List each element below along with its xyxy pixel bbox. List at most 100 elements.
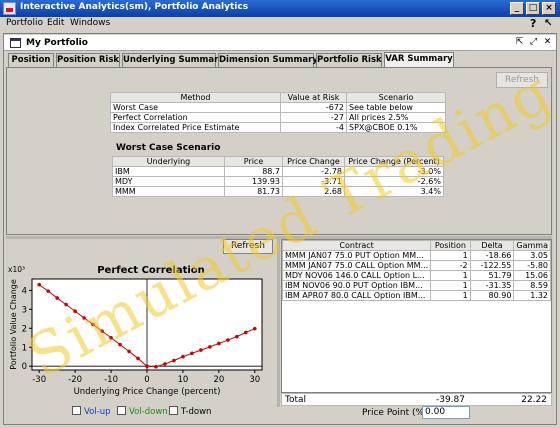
- window-icon: [10, 38, 21, 48]
- table-row[interactable]: MDY 139.93 -3.71 -2.6%: [112, 176, 444, 187]
- table-row[interactable]: Perfect Correlation -27 All prices 2.5%: [110, 112, 446, 123]
- x-tick-label: -30: [32, 375, 46, 385]
- menu-portfolio[interactable]: Portfolio: [6, 18, 43, 28]
- col-delta[interactable]: Delta: [469, 240, 515, 251]
- detach-icon[interactable]: ⇱: [514, 37, 525, 48]
- data-point: [91, 322, 95, 327]
- legend-vol-down[interactable]: Vol-down: [117, 406, 168, 417]
- table-row[interactable]: Index Correlated Price Estimate -4 SPX@CBO…: [110, 122, 446, 133]
- tab-portfolio-risk[interactable]: Portfolio Risk: [316, 53, 382, 67]
- gamma-cell: 3.05: [513, 250, 551, 261]
- method-cell: Worst Case: [110, 102, 281, 113]
- tab-position-risk[interactable]: Position Risk: [56, 53, 120, 67]
- tab-underlying-summary[interactable]: Underlying Summary: [122, 53, 224, 67]
- contract-cell: MMM JAN07 75.0 CALL Option MM...: [281, 260, 432, 271]
- legend-label: T-down: [181, 407, 212, 417]
- data-point: [37, 282, 41, 287]
- table-row[interactable]: MMM JAN07 75.0 PUT Option MM... 1 -18.66 3.…: [281, 250, 551, 261]
- contract-cell: MDY NOV06 146.0 CALL Option L...: [281, 270, 432, 281]
- data-point: [145, 364, 149, 369]
- pointer-help-icon[interactable]: ↖: [544, 18, 552, 29]
- price-point-input[interactable]: 0.00: [422, 406, 470, 419]
- delta-cell: -18.66: [469, 250, 515, 261]
- data-point: [73, 309, 77, 314]
- tab-var-summary[interactable]: VAR Summary: [384, 52, 454, 68]
- help-icon[interactable]: ?: [530, 17, 536, 30]
- tab-dimension-summary[interactable]: Dimension Summary: [218, 53, 318, 67]
- portfolio-window-header[interactable]: My Portfolio ⇱ ⤢ ✕: [4, 35, 556, 51]
- restore-icon[interactable]: ⤢: [528, 37, 539, 48]
- data-point: [190, 351, 194, 356]
- x-axis-label: Underlying Price Change (percent): [74, 387, 221, 397]
- table-row[interactable]: MMM JAN07 75.0 CALL Option MM... -2 -122.5…: [281, 260, 551, 271]
- gamma-cell: -5.80: [513, 260, 551, 271]
- data-point: [235, 334, 239, 339]
- underlying-cell: MMM: [112, 186, 225, 197]
- table-row[interactable]: Worst Case -672 See table below: [110, 102, 446, 113]
- col-price-change-percent[interactable]: Price Change (Percent): [344, 156, 444, 167]
- vertical-splitter[interactable]: [277, 239, 280, 407]
- var-cell: -672: [280, 102, 347, 113]
- menu-edit[interactable]: Edit: [47, 18, 64, 28]
- y-tick-label: 4: [22, 286, 27, 296]
- data-point: [208, 345, 212, 349]
- col-underlying[interactable]: Underlying: [112, 156, 225, 167]
- gamma-cell: 15.06: [513, 270, 551, 281]
- data-point: [100, 329, 104, 333]
- refresh-button-disabled[interactable]: Refresh: [496, 72, 548, 88]
- y-tick-label: 2: [22, 324, 27, 334]
- minimize-button[interactable]: _: [510, 2, 524, 15]
- x-tick-label: 30: [249, 375, 260, 385]
- menu-bar: Portfolio Edit Windows ? ↖: [0, 17, 560, 32]
- legend-vol-up[interactable]: Vol-up: [72, 406, 111, 417]
- legend-t-down[interactable]: T-down: [169, 406, 211, 417]
- table-row[interactable]: IBM APR07 80.0 CALL Option IBM... 1 80.90 1…: [281, 290, 551, 301]
- checkbox-icon[interactable]: [117, 406, 126, 415]
- y-tick-label: 3: [22, 305, 27, 315]
- scenario-cell: All prices 2.5%: [346, 112, 446, 123]
- col-position[interactable]: Position: [430, 240, 471, 251]
- table-row[interactable]: MDY NOV06 146.0 CALL Option L... 1 51.79 15…: [281, 270, 551, 281]
- method-cell: Index Correlated Price Estimate: [110, 122, 281, 133]
- position-cell: 1: [430, 250, 471, 261]
- price-change-cell: 2.68: [282, 186, 345, 197]
- x-tick-label: 20: [213, 375, 224, 385]
- price-cell: 139.93: [224, 176, 283, 187]
- refresh-button[interactable]: Refresh: [223, 239, 273, 254]
- price-change-cell: -3.71: [282, 176, 345, 187]
- underlying-cell: IBM: [112, 166, 225, 177]
- col-contract[interactable]: Contract: [281, 240, 432, 251]
- chart-panel: Perfect Correlation -30 -20 -10 0 10 20 30 0 1 2 3…: [6, 256, 276, 420]
- worst-case-table: Underlying Price Price Change Price Chan…: [112, 156, 444, 197]
- total-row: Total -39.87 22.22: [281, 393, 552, 406]
- col-price-change[interactable]: Price Change: [282, 156, 345, 167]
- checkbox-icon[interactable]: [72, 406, 81, 415]
- col-price[interactable]: Price: [224, 156, 283, 167]
- y-tick-label: 0: [22, 362, 27, 372]
- col-method[interactable]: Method: [110, 92, 281, 103]
- price-point-label: Price Point (%): [362, 408, 428, 418]
- x-tick-label: -20: [68, 375, 82, 385]
- gamma-cell: 1.32: [513, 290, 551, 301]
- table-row[interactable]: MMM 81.73 2.68 3.4%: [112, 186, 444, 197]
- data-point: [46, 289, 50, 293]
- close-window-icon[interactable]: ✕: [542, 37, 553, 48]
- table-row[interactable]: IBM NOV06 90.0 PUT Option IBM... 1 -31.35 8…: [281, 280, 551, 291]
- menu-windows[interactable]: Windows: [70, 18, 110, 28]
- perfect-correlation-chart: -30 -20 -10 0 10 20 30 0 1 2 3 4 x10³ Underlying Pric…: [8, 265, 263, 397]
- method-cell: Perfect Correlation: [110, 112, 281, 123]
- col-scenario[interactable]: Scenario: [346, 92, 446, 103]
- tab-position[interactable]: Position: [8, 53, 54, 67]
- data-point: [226, 338, 230, 342]
- maximize-button[interactable]: □: [526, 2, 540, 15]
- data-point: [136, 356, 140, 361]
- table-row[interactable]: IBM 88.7 -2.78 -3.0%: [112, 166, 444, 177]
- var-method-table: Method Value at Risk Scenario Worst Case…: [110, 92, 446, 133]
- checkbox-icon[interactable]: [169, 406, 178, 415]
- window-titlebar[interactable]: Interactive Analytics(sm), Portfolio Ana…: [0, 0, 560, 17]
- contract-cell: MMM JAN07 75.0 PUT Option MM...: [281, 250, 432, 261]
- x-tick-label: -10: [104, 375, 118, 385]
- col-value-at-risk[interactable]: Value at Risk: [280, 92, 347, 103]
- close-button[interactable]: ×: [542, 2, 556, 15]
- col-gamma[interactable]: Gamma: [513, 240, 551, 251]
